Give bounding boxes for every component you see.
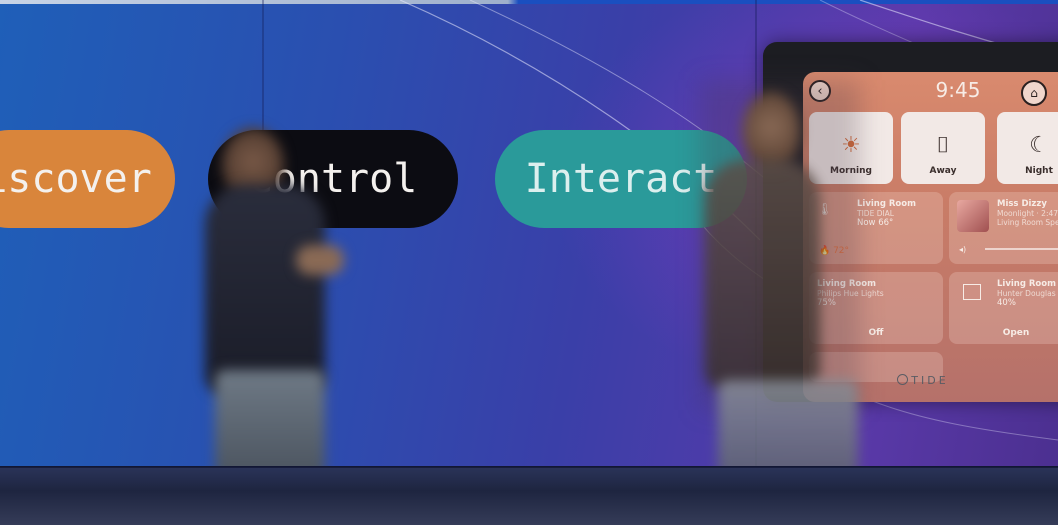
scene-label: Away [929,166,957,176]
person-left-hand [296,245,344,275]
speaker-room: Living Room Spea [997,218,1058,227]
home-button[interactable]: ⌂ [1021,80,1047,106]
blinds-open-button[interactable]: Open [949,328,1058,338]
current-temperature: Now 66° [857,218,894,228]
blinds-icon [963,284,981,300]
card-title: Living Room [997,279,1056,289]
card-title: Living Room [857,199,916,209]
clock: 9:45 [935,78,981,102]
moon-stars-icon: ☾ [1029,133,1049,158]
volume-slider[interactable] [985,248,1058,250]
person-left-body [205,185,325,395]
door-person-icon: ⌷ [936,133,950,158]
album-art [957,200,989,232]
home-icon: ⌂ [1030,86,1038,100]
pill-discover: iscover [0,130,175,228]
blinds-card[interactable]: Living Room Hunter Douglas Bl 40% Open [949,272,1058,344]
brand-name: TIDE [911,374,949,387]
person-right-head [742,92,800,170]
person-right-legs [718,380,858,480]
scene-night-button[interactable]: ☾ Night [997,112,1058,184]
blinds-position: 40% [997,298,1016,308]
music-card[interactable]: Miss Dizzy Moonlight · 2:47 Living Room … [949,192,1058,264]
card-subtitle: TIDE DIAL [857,209,894,218]
scene-away-button[interactable]: ⌷ Away [901,112,985,184]
volume-icon: ◂) [959,245,967,254]
track-subtitle: Moonlight · 2:47 [997,209,1058,218]
tide-logo-icon [897,374,909,385]
background-wall: iscover Control Interact ‹ 9:45 ⌂ ☀ Morn… [0,0,1058,525]
person-right-body [705,160,820,390]
person-left-legs [215,370,325,480]
scene-label: Night [1025,166,1053,176]
card-subtitle: Hunter Douglas Bl [997,289,1058,298]
floor [0,468,1058,525]
track-title: Miss Dizzy [997,199,1047,209]
